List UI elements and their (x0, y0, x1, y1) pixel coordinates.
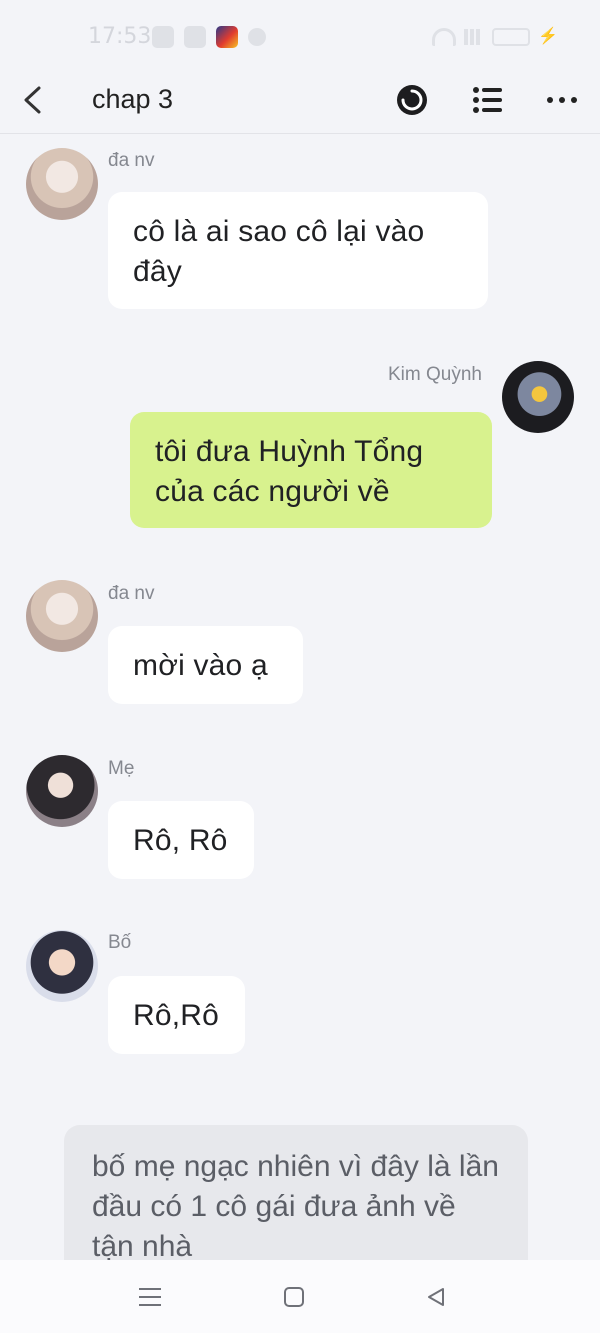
wifi-icon (432, 28, 456, 46)
avatar[interactable] (26, 755, 98, 827)
more-icon (547, 97, 577, 103)
app-notification-icon (216, 26, 238, 48)
back-nav-icon (428, 1288, 444, 1306)
message-bubble[interactable]: Rô,Rô (108, 976, 245, 1054)
menu-icon (139, 1288, 161, 1306)
more-button[interactable] (540, 78, 584, 122)
status-system-icons: ⚡ (432, 28, 558, 46)
sender-name: đa nv (108, 150, 155, 171)
avatar[interactable] (26, 580, 98, 652)
sender-name: Kim Quỳnh (388, 364, 482, 385)
back-nav-button[interactable] (421, 1282, 451, 1312)
battery-icon (492, 28, 530, 46)
sender-name: Bố (108, 932, 132, 953)
notification-icon (248, 28, 266, 46)
home-icon (284, 1287, 304, 1307)
top-bar: chap 3 (0, 70, 600, 134)
status-bar: 17:53 ⚡ (0, 0, 600, 70)
notification-icon (152, 26, 174, 48)
narration-bubble[interactable]: bố mẹ ngạc nhiên vì đây là lần đầu có 1 … (64, 1125, 528, 1260)
message-bubble[interactable]: mời vào ạ (108, 626, 303, 704)
message-bubble[interactable]: Rô, Rô (108, 801, 254, 879)
chat-area[interactable]: đa nv cô là ai sao cô lại vào đây Kim Qu… (0, 134, 600, 1260)
status-notification-icons (152, 24, 266, 50)
sender-name: Mẹ (108, 758, 135, 779)
sender-name: đa nv (108, 583, 155, 604)
charging-icon: ⚡ (538, 28, 558, 45)
message-bubble[interactable]: tôi đưa Huỳnh Tổng của các người về (130, 412, 492, 528)
signal-icon (464, 29, 484, 45)
page-title: chap 3 (92, 84, 174, 114)
list-button[interactable] (466, 78, 510, 122)
avatar[interactable] (26, 148, 98, 220)
list-icon (473, 87, 502, 113)
avatar[interactable] (26, 930, 98, 1002)
status-time: 17:53 (88, 24, 152, 49)
timer-icon (397, 85, 427, 115)
message-bubble[interactable]: cô là ai sao cô lại vào đây (108, 192, 488, 309)
menu-button[interactable] (135, 1282, 165, 1312)
back-button[interactable] (14, 80, 54, 120)
system-nav-bar (0, 1260, 600, 1333)
home-button[interactable] (279, 1282, 309, 1312)
timer-button[interactable] (390, 78, 434, 122)
back-arrow-icon (24, 86, 41, 114)
avatar[interactable] (502, 361, 574, 433)
notification-icon (184, 26, 206, 48)
